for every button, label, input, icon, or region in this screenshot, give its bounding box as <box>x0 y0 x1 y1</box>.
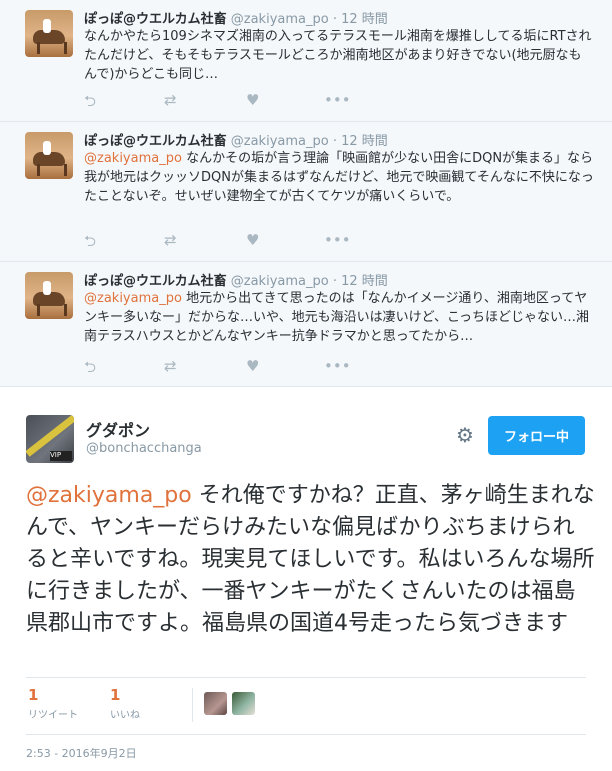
tweet-stats: 1 リツイート 1 いいね <box>26 677 586 735</box>
retweet-icon[interactable]: ⇄ <box>164 357 177 375</box>
tweet-text-content: なんかやたら109シネマズ湘南の入ってるテラスモール湘南を爆推ししてる垢にRTさ… <box>84 29 592 82</box>
follow-button[interactable]: フォロー中 <box>488 416 585 455</box>
display-name[interactable]: グダポン <box>86 417 150 441</box>
handle-and-time: @zakiyama_po · 12 時間 <box>226 274 388 289</box>
avatar[interactable] <box>25 10 73 57</box>
retweet-count[interactable]: 1 リツイート <box>28 686 78 721</box>
like-count-label: いいね <box>110 710 140 721</box>
handle-and-time: @zakiyama_po · 12 時間 <box>226 12 388 27</box>
divider <box>192 688 193 722</box>
more-icon[interactable]: ••• <box>324 231 351 249</box>
tweet-text: なんかやたら109シネマズ湘南の入ってるテラスモール湘南を爆推ししてる垢にRTさ… <box>84 27 594 84</box>
reply-thread: ぽっぽ@ウエルカム社畜 @zakiyama_po · 12 時間 なんかやたら1… <box>0 0 612 387</box>
retweet-count-value: 1 <box>28 686 39 704</box>
mention-link[interactable]: @zakiyama_po <box>26 483 192 508</box>
like-count[interactable]: 1 いいね <box>110 686 140 721</box>
avatar[interactable]: VIP <box>26 415 74 463</box>
avatar[interactable] <box>232 692 255 715</box>
tweet-item[interactable]: ぽっぽ@ウエルカム社畜 @zakiyama_po · 12 時間 @zakiya… <box>0 262 612 387</box>
avatar[interactable] <box>204 692 227 715</box>
tweet-header: ぽっぽ@ウエルカム社畜 @zakiyama_po · 12 時間 <box>84 270 388 289</box>
reply-icon[interactable]: ⮌ <box>84 357 96 382</box>
tweet-header: ぽっぽ@ウエルカム社畜 @zakiyama_po · 12 時間 <box>84 8 388 27</box>
reply-icon[interactable]: ⮌ <box>84 91 96 116</box>
display-name[interactable]: ぽっぽ@ウエルカム社畜 <box>84 134 227 149</box>
tweet-text: @zakiyama_po 地元から出てきて思ったのは「なんかイメージ通り、湘南地… <box>84 289 594 346</box>
tweet-text: @zakiyama_po なんかその垢が言う理論「映画館が少ない田舎にDQNが集… <box>84 149 594 206</box>
more-icon[interactable]: ••• <box>324 357 351 375</box>
like-icon[interactable]: ♥ <box>246 231 259 249</box>
tweet-text: @zakiyama_po それ俺ですかね？正直、茅ヶ崎生まれなんで、ヤンキーだら… <box>26 480 596 640</box>
like-icon[interactable]: ♥ <box>246 91 259 109</box>
avatar[interactable] <box>25 272 73 319</box>
handle[interactable]: @bonchacchanga <box>86 441 202 456</box>
like-icon[interactable]: ♥ <box>246 357 259 375</box>
tweet-header: ぽっぽ@ウエルカム社畜 @zakiyama_po · 12 時間 <box>84 130 388 149</box>
avatar[interactable] <box>25 132 73 179</box>
mention-link[interactable]: @zakiyama_po <box>84 291 182 306</box>
handle-and-time: @zakiyama_po · 12 時間 <box>226 134 388 149</box>
main-tweet: VIP グダポン @bonchacchanga ⚙ フォロー中 @zakiyam… <box>0 387 612 771</box>
mention-link[interactable]: @zakiyama_po <box>84 151 182 166</box>
tweet-item[interactable]: ぽっぽ@ウエルカム社畜 @zakiyama_po · 12 時間 @zakiya… <box>0 122 612 262</box>
more-icon[interactable]: ••• <box>324 91 351 109</box>
gear-icon[interactable]: ⚙ <box>456 423 474 447</box>
display-name[interactable]: ぽっぽ@ウエルカム社畜 <box>84 274 227 289</box>
retweet-icon[interactable]: ⇄ <box>164 91 177 109</box>
timestamp[interactable]: 2:53 - 2016年9月2日 <box>26 745 137 761</box>
reply-icon[interactable]: ⮌ <box>84 231 96 256</box>
retweet-count-label: リツイート <box>28 710 78 721</box>
display-name[interactable]: ぽっぽ@ウエルカム社畜 <box>84 12 227 27</box>
avatar-tag: VIP <box>50 451 72 461</box>
tweet-item[interactable]: ぽっぽ@ウエルカム社畜 @zakiyama_po · 12 時間 なんかやたら1… <box>0 0 612 122</box>
like-count-value: 1 <box>110 686 121 704</box>
retweet-icon[interactable]: ⇄ <box>164 231 177 249</box>
